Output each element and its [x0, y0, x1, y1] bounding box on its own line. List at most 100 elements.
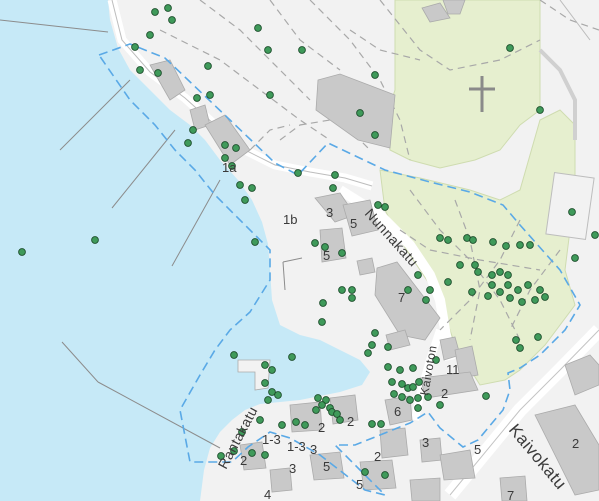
tree-point: [254, 24, 262, 32]
house-number: 2: [572, 436, 579, 451]
tree-point: [496, 288, 504, 296]
map-canvas[interactable]: Nunnakatu Kaivokatu Kaivoton Rantakatu 1…: [0, 0, 599, 501]
tree-point: [534, 333, 542, 341]
tree-point: [396, 366, 404, 374]
tree-point: [278, 421, 286, 429]
tree-point: [390, 390, 398, 398]
tree-point: [189, 126, 197, 134]
house-number: 2: [240, 453, 247, 468]
house-number: 3: [326, 205, 333, 220]
house-number: 7: [507, 488, 514, 501]
tree-point: [314, 394, 322, 402]
tree-point: [571, 254, 579, 262]
house-number: 5: [356, 477, 363, 492]
tree-point: [436, 401, 444, 409]
house-number: 1-3: [287, 439, 306, 454]
house-number: 2: [374, 449, 381, 464]
tree-point: [136, 66, 144, 74]
tree-point: [154, 69, 162, 77]
tree-point: [248, 449, 256, 457]
tree-point: [364, 349, 372, 357]
tree-point: [398, 393, 406, 401]
tree-point: [516, 241, 524, 249]
house-number: 5: [474, 442, 481, 457]
house-number: 5: [323, 248, 330, 263]
tree-point: [516, 344, 524, 352]
tree-point: [414, 271, 422, 279]
tree-point: [18, 248, 26, 256]
tree-point: [301, 421, 309, 429]
tree-point: [294, 169, 302, 177]
tree-point: [414, 404, 422, 412]
house-number: 1b: [283, 212, 297, 227]
tree-point: [591, 231, 599, 239]
tree-point: [406, 396, 414, 404]
tree-point: [504, 281, 512, 289]
tree-point: [404, 286, 412, 294]
tree-point: [471, 261, 479, 269]
tree-point: [146, 31, 154, 39]
tree-point: [536, 286, 544, 294]
tree-point: [469, 236, 477, 244]
tree-point: [319, 299, 327, 307]
house-number: 3: [422, 435, 429, 450]
tree-point: [409, 364, 417, 372]
tree-point: [168, 16, 176, 24]
tree-point: [568, 208, 576, 216]
sports-field: [545, 171, 595, 241]
tree-point: [348, 294, 356, 302]
house-number: 1-3: [262, 432, 281, 447]
tree-point: [524, 281, 532, 289]
tree-point: [506, 294, 514, 302]
tree-point: [336, 416, 344, 424]
house-number: 3: [310, 442, 317, 457]
house-number: 6: [394, 404, 401, 419]
tree-point: [311, 239, 319, 247]
tree-point: [444, 278, 452, 286]
tree-point: [371, 131, 379, 139]
tree-point: [388, 378, 396, 386]
tree-point: [248, 184, 256, 192]
tree-point: [292, 418, 300, 426]
tree-point: [131, 43, 139, 51]
tree-point: [264, 396, 272, 404]
tree-point: [484, 292, 492, 300]
tree-point: [541, 293, 549, 301]
tree-point: [409, 383, 417, 391]
tree-point: [444, 236, 452, 244]
tree-point: [274, 391, 282, 399]
tree-point: [371, 71, 379, 79]
tree-point: [496, 268, 504, 276]
tree-point: [377, 420, 385, 428]
map-viewport[interactable]: Nunnakatu Kaivokatu Kaivoton Rantakatu 1…: [0, 0, 599, 501]
tree-point: [261, 361, 269, 369]
tree-point: [381, 203, 389, 211]
house-number: 5: [323, 459, 330, 474]
tree-point: [151, 8, 159, 16]
tree-point: [504, 271, 512, 279]
house-number: 4: [264, 487, 271, 501]
tree-point: [361, 468, 369, 476]
tree-point: [368, 341, 376, 349]
tree-point: [348, 286, 356, 294]
house-number: 5: [350, 216, 357, 231]
tree-point: [502, 242, 510, 250]
house-number: 2: [347, 414, 354, 429]
tree-point: [230, 351, 238, 359]
tree-point: [426, 286, 434, 294]
tree-point: [526, 241, 534, 249]
tree-point: [318, 318, 326, 326]
house-number: 2: [318, 420, 325, 435]
tree-point: [482, 392, 490, 400]
tree-point: [268, 366, 276, 374]
house-number: 7: [398, 290, 405, 305]
tree-point: [356, 109, 364, 117]
tree-point: [338, 249, 346, 257]
house-number: 1a: [222, 160, 237, 175]
tree-point: [456, 261, 464, 269]
tree-point: [398, 380, 406, 388]
tree-point: [256, 416, 264, 424]
tree-point: [206, 91, 214, 99]
tree-point: [164, 4, 172, 12]
tree-point: [193, 94, 201, 102]
